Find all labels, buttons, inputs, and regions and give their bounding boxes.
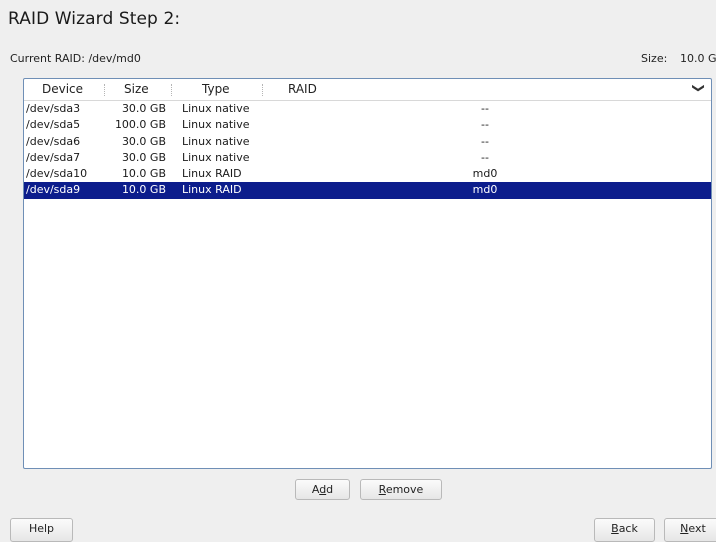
cell-size: 100.0 GB [114,118,166,132]
cell-size: 30.0 GB [121,134,166,148]
cell-type: Linux native [182,102,250,115]
cell-type: Linux native [182,150,250,164]
table-row[interactable]: /dev/sda3 30.0 GB Linux native -- [24,101,711,117]
cell-type: Linux native [182,134,250,148]
size-value: 10.0 GB [680,52,716,65]
column-header-raid[interactable]: RAID [288,82,317,96]
add-button-label: Add [311,483,334,496]
column-separator[interactable] [262,84,264,96]
help-button[interactable]: Help [10,518,73,542]
back-button-label: Back [611,522,638,535]
wizard-title: RAID Wizard Step 2: [8,9,181,29]
column-separator[interactable] [104,84,106,96]
cell-raid: -- [481,102,489,115]
cell-size: 30.0 GB [121,150,166,164]
next-button[interactable]: Next [664,518,716,542]
cell-raid: -- [481,150,489,164]
column-header-size[interactable]: Size [124,82,149,96]
cell-size: 10.0 GB [121,167,166,181]
cell-type: Linux RAID [182,183,242,197]
next-button-label: Next [680,522,706,535]
cell-device: /dev/sda6 [26,134,81,148]
column-header-type[interactable]: Type [202,82,230,96]
cell-device: /dev/sda9 [26,183,81,197]
table-row[interactable]: /dev/sda7 30.0 GB Linux native -- [24,150,711,166]
table-row[interactable]: /dev/sda6 30.0 GB Linux native -- [24,134,711,150]
table-row[interactable]: /dev/sda10 10.0 GB Linux RAID md0 [24,166,711,182]
table-row[interactable]: /dev/sda5 100.0 GB Linux native -- [24,117,711,133]
cell-raid: -- [481,118,489,132]
column-separator[interactable] [171,84,173,96]
cell-device: /dev/sda5 [26,118,81,132]
table-body: /dev/sda3 30.0 GB Linux native -- /dev/sda5 1… [24,101,711,199]
size-label: Size: [641,52,668,65]
remove-button[interactable]: Remove [360,479,442,500]
cell-type: Linux RAID [182,167,242,181]
cell-raid: -- [481,134,489,148]
cell-raid: md0 [472,167,498,181]
cell-size: 10.0 GB [121,183,166,197]
current-raid-label: Current RAID: /dev/md0 [10,52,141,65]
cell-raid: md0 [472,183,498,197]
cell-device: /dev/sda7 [26,150,81,164]
cell-device: /dev/sda10 [26,167,88,181]
cell-size: 30.0 GB [121,102,166,115]
chevron-down-icon[interactable]: ❯ [692,83,706,93]
cell-device: /dev/sda3 [26,102,81,115]
add-button[interactable]: Add [295,479,350,500]
back-button[interactable]: Back [594,518,655,542]
column-header-device[interactable]: Device [42,82,83,96]
partition-table[interactable]: Device Size Type RAID ❯ /dev/sda3 30.0 GB… [23,78,712,469]
table-header: Device Size Type RAID ❯ [24,79,711,101]
table-row[interactable]: /dev/sda9 10.0 GB Linux RAID md0 [24,182,711,199]
cell-type: Linux native [182,118,250,132]
remove-button-label: Remove [378,483,424,496]
